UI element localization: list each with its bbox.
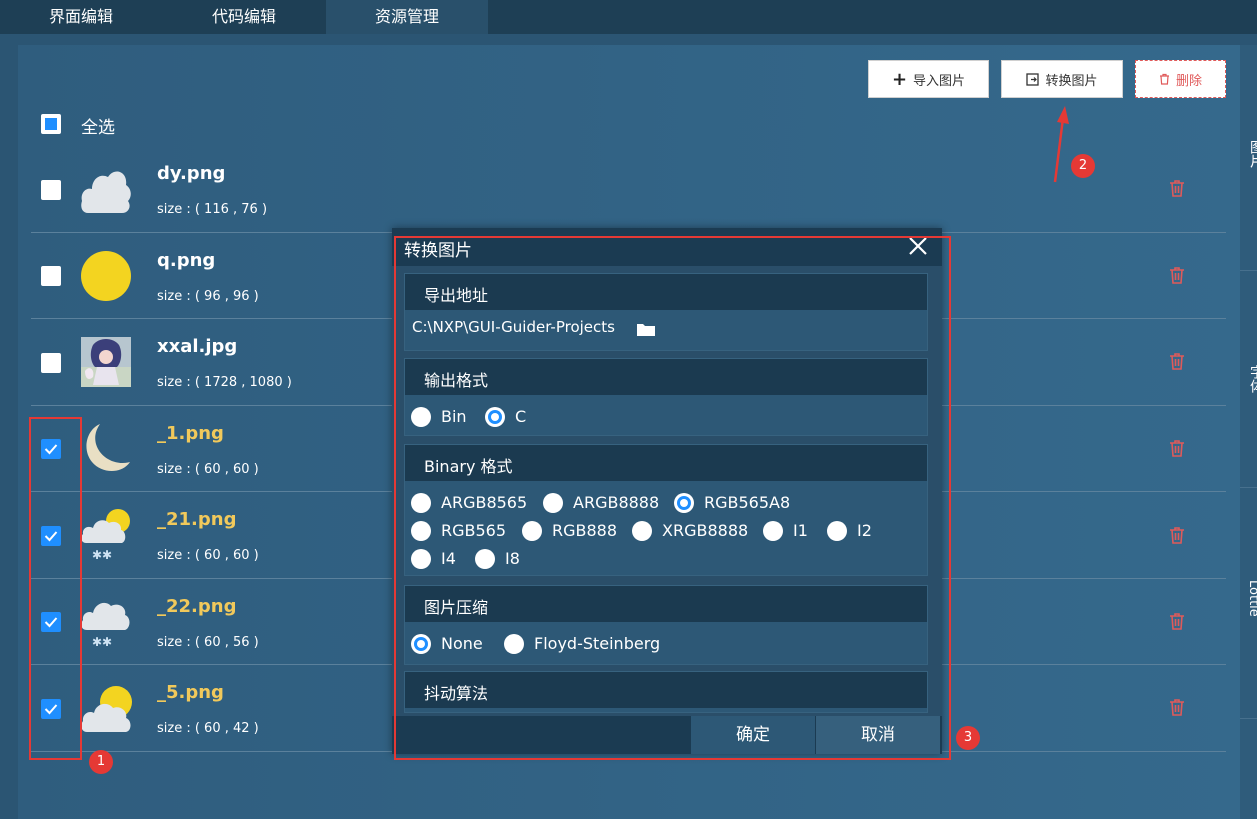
file-size: size : ( 60 , 60 ): [157, 548, 259, 563]
row-delete-icon[interactable]: [1169, 698, 1185, 716]
select-all-checkbox[interactable]: [41, 114, 61, 134]
sun-thumbnail: [81, 251, 131, 301]
import-image-label: 导入图片: [913, 73, 966, 89]
moon-thumbnail: [86, 424, 130, 471]
file-size: size : ( 116 , 76 ): [157, 202, 268, 217]
annotation-badge: 2: [1071, 154, 1095, 178]
file-size: size : ( 60 , 56 ): [157, 635, 259, 650]
strip-divider: [1240, 270, 1257, 271]
row-delete-icon[interactable]: [1169, 266, 1185, 284]
delete-button[interactable]: 删除: [1135, 60, 1226, 98]
strip-divider: [1240, 487, 1257, 488]
strip-tab-images[interactable]: 图片: [1246, 140, 1257, 168]
file-checkbox[interactable]: [41, 266, 61, 286]
file-name[interactable]: _22.png: [157, 596, 236, 617]
file-checkbox[interactable]: [41, 353, 61, 373]
tab-code-edit[interactable]: 代码编辑: [163, 0, 325, 34]
convert-image-button[interactable]: 转换图片: [1001, 60, 1123, 98]
strip-divider: [1240, 718, 1257, 719]
annotation-badge: 3: [956, 726, 980, 750]
cloud-snow-thumbnail: ✱✱: [81, 602, 130, 648]
svg-text:✱✱: ✱✱: [92, 548, 112, 561]
annotation-badge: 1: [89, 750, 113, 774]
file-size: size : ( 1728 , 1080 ): [157, 375, 292, 390]
file-name[interactable]: _1.png: [157, 423, 224, 444]
file-name[interactable]: q.png: [157, 250, 215, 271]
annotation-box-checkboxes: [29, 417, 82, 760]
file-name[interactable]: _21.png: [157, 509, 236, 530]
photo-thumbnail: [81, 337, 131, 387]
tab-resource-manage[interactable]: 资源管理: [326, 0, 488, 34]
row-delete-icon[interactable]: [1169, 526, 1185, 544]
file-size: size : ( 60 , 42 ): [157, 721, 259, 736]
import-image-button[interactable]: + 导入图片: [868, 60, 989, 98]
export-icon: [1026, 72, 1040, 86]
strip-tab-fonts[interactable]: 字体: [1246, 365, 1257, 393]
convert-image-label: 转换图片: [1045, 73, 1098, 89]
file-name[interactable]: xxal.jpg: [157, 336, 237, 357]
sun-cloud-snow-thumbnail: ✱✱: [81, 509, 130, 561]
row-delete-icon[interactable]: [1169, 179, 1185, 197]
strip-tab-lottie[interactable]: Lottie: [1246, 580, 1257, 617]
delete-label: 删除: [1175, 73, 1202, 89]
cloud-thumbnail: [81, 171, 131, 213]
select-all-label: 全选: [81, 118, 115, 138]
svg-text:✱✱: ✱✱: [92, 635, 112, 648]
file-size: size : ( 60 , 60 ): [157, 462, 259, 477]
file-checkbox[interactable]: [41, 180, 61, 200]
plus-icon: +: [891, 68, 908, 90]
row-delete-icon[interactable]: [1169, 352, 1185, 370]
file-name[interactable]: _5.png: [157, 682, 224, 703]
file-name[interactable]: dy.png: [157, 163, 225, 184]
trash-icon: [1159, 73, 1169, 85]
tab-ui-edit[interactable]: 界面编辑: [0, 0, 162, 34]
annotation-arrow: [1053, 106, 1069, 183]
row-delete-icon[interactable]: [1169, 439, 1185, 457]
annotation-box-dialog: [394, 236, 951, 760]
file-size: size : ( 96 , 96 ): [157, 289, 259, 304]
sun-cloud-thumbnail: [81, 686, 132, 732]
row-delete-icon[interactable]: [1169, 612, 1185, 630]
